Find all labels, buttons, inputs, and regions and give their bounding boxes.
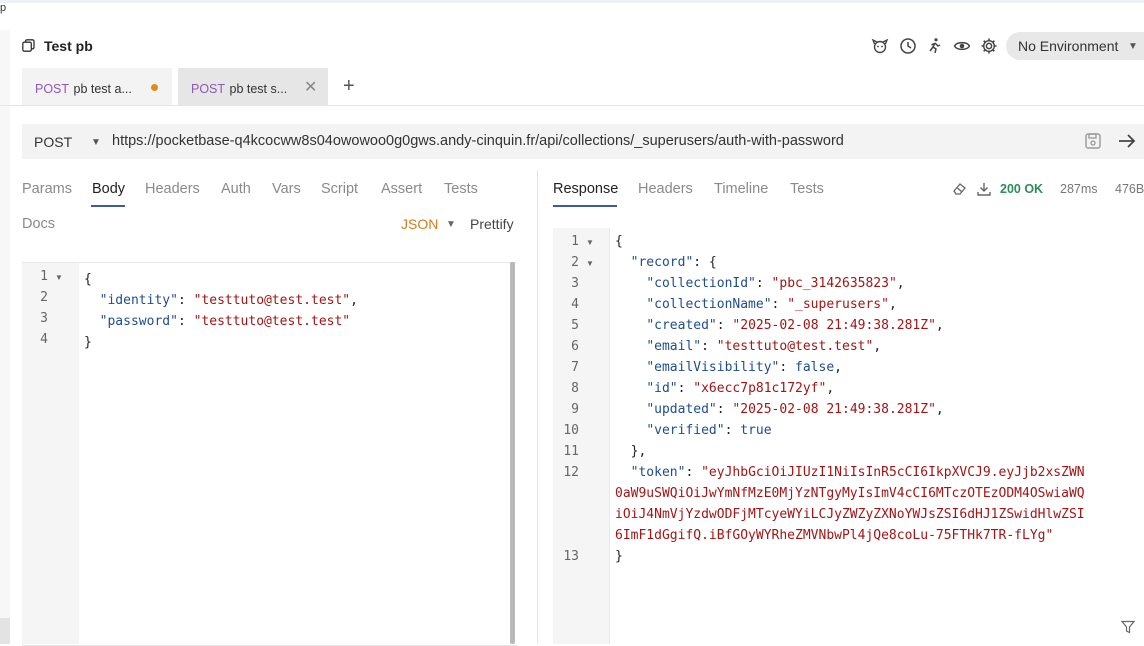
response-code-line: "record": { [630,255,717,270]
workspace-title: Test pb [44,38,93,54]
chevron-down-icon[interactable]: ▼ [446,219,456,230]
eye-icon[interactable] [953,37,971,55]
clock-icon[interactable] [899,37,917,55]
response-code-line: } [615,549,623,564]
line-number: 5 [571,318,579,333]
response-code-line: "collectionId": "pbc_3142635823", [646,276,905,291]
tab-auth[interactable]: Auth [221,181,251,197]
line-number: 4 [40,332,48,347]
line-number: 4 [571,297,579,312]
response-time: 287ms [1060,182,1098,196]
request-body-code: { "identity": "testtuto@test.test", "pas… [84,272,358,350]
fold-caret-icon[interactable]: ▼ [55,273,63,282]
url-input[interactable]: https://pocketbase-q4kcocww8s04owowoo0g0… [112,133,844,149]
response-code-line: "updated": "2025-02-08 21:49:38.281Z", [646,402,944,417]
active-tab-underline [553,205,617,207]
eraser-icon[interactable] [952,181,968,197]
response-code-line: "verified": true [646,423,772,438]
response-code-line: "token": "eyJhbGciOiJIUzI1NiIsInR5cCI6Ik… [630,465,1085,480]
line-number: 1 [571,234,579,249]
response-code-line: "email": "testtuto@test.test", [646,339,882,354]
copy-icon [22,39,35,52]
line-number: 10 [563,423,579,438]
response-code-line: { [615,234,623,249]
response-code-line: 6ImF1dGgifQ.iBfGOyWYRheZMVNbwPl4jQe8coLu… [615,528,1054,543]
download-icon[interactable] [976,181,992,197]
tab-response[interactable]: Response [553,181,618,197]
pane-divider[interactable] [537,170,538,644]
gear-icon[interactable] [980,37,998,55]
corner-char: p [0,2,7,14]
fold-caret-icon[interactable]: ▼ [586,259,594,268]
response-code-line: 0aW9uSWQiOiJwYmNfMzE0MjYzNTgyMyIsImV4cCI… [615,486,1085,501]
dog-icon[interactable] [871,37,889,55]
scrollbar[interactable] [510,262,515,644]
prettify-button[interactable]: Prettify [470,216,514,232]
line-number: 3 [571,276,579,291]
body-mode-selector[interactable]: JSON [401,216,438,232]
request-tab[interactable]: POST pb test a... [22,68,172,105]
response-code-line: iOiJ4NmVjYzdwODFjMTcyeWYiLCJyZWZyZXNoYWJ… [615,507,1085,522]
unsaved-dot-icon [151,84,158,91]
sidebar-edge [0,30,10,644]
response-code-line: "created": "2025-02-08 21:49:38.281Z", [646,318,944,333]
chevron-down-icon: ▼ [1128,41,1138,52]
tab-method: POST [35,82,70,96]
response-code-line: "emailVisibility": false, [646,360,842,375]
tab-script[interactable]: Script [321,181,358,197]
fold-caret-icon[interactable]: ▼ [586,238,594,247]
window-top-strip [0,0,1144,3]
runner-icon[interactable] [926,37,944,55]
line-number: 7 [571,360,579,375]
tab-body[interactable]: Body [92,181,125,197]
tab-assert[interactable]: Assert [381,181,422,197]
tab-vars[interactable]: Vars [272,181,301,197]
tab-tests[interactable]: Tests [444,181,478,197]
sidebar-edge-bottom [0,618,10,644]
response-code-line: "collectionName": "_superusers", [646,297,897,312]
chevron-down-icon[interactable]: ▼ [91,137,101,148]
method-selector[interactable]: POST [34,134,72,150]
filter-icon[interactable] [1121,620,1135,634]
line-number: 6 [571,339,579,354]
close-icon[interactable]: ✕ [304,77,317,97]
tab-method: POST [191,82,226,96]
send-arrow-icon[interactable] [1117,132,1137,150]
line-number: 8 [571,381,579,396]
tab-response-tests[interactable]: Tests [790,181,824,197]
active-tab-underline [91,205,125,207]
tab-timeline[interactable]: Timeline [714,181,768,197]
request-tab-active[interactable]: POST pb test s... ✕ [178,68,328,105]
line-number: 3 [40,311,48,326]
save-icon[interactable] [1084,132,1102,150]
line-number: 2 [571,255,579,270]
line-number: 2 [40,290,48,305]
tab-docs[interactable]: Docs [22,216,55,232]
tab-name: pb test s... [229,82,288,96]
response-code-line: }, [615,444,647,459]
tabs-divider [0,105,1144,106]
status-badge: 200 OK [1000,182,1044,196]
line-number: 9 [571,402,579,417]
response-size: 476B [1115,182,1144,196]
line-number: 1 [40,269,48,284]
line-number: 11 [563,444,579,459]
line-number: 13 [563,549,579,564]
new-tab-plus-icon[interactable]: + [343,75,355,98]
tab-response-headers[interactable]: Headers [638,181,693,197]
response-code-line: "id": "x6ecc7p81c172yf", [646,381,835,396]
tab-params[interactable]: Params [22,181,72,197]
environment-label: No Environment [1018,38,1119,54]
line-number: 12 [563,465,579,480]
tab-name: pb test a... [73,82,132,96]
tab-headers[interactable]: Headers [145,181,200,197]
